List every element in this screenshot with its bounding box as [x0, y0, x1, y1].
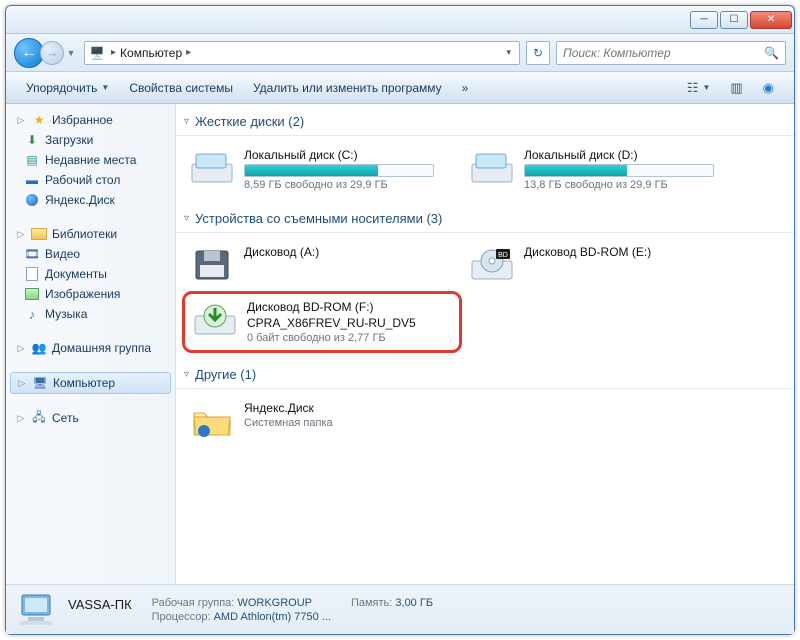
- search-input[interactable]: [563, 46, 764, 60]
- pictures-icon: [24, 286, 40, 302]
- address-dropdown-icon[interactable]: ▾: [502, 47, 515, 58]
- toolbar-overflow[interactable]: »: [452, 77, 479, 99]
- group-header-removable[interactable]: ▿Устройства со съемными носителями (3): [176, 205, 794, 233]
- video-icon: 🎞: [24, 246, 40, 262]
- view-icons-button[interactable]: ☷▼: [677, 76, 721, 100]
- sidebar-item-recent[interactable]: ▤Недавние места: [6, 150, 175, 170]
- preview-pane-button[interactable]: ▥: [720, 76, 752, 100]
- svg-text:BD: BD: [498, 252, 508, 259]
- breadcrumb-sep: ▸: [109, 47, 118, 58]
- hdd-icon: [468, 148, 516, 188]
- sidebar-item-yandexdisk[interactable]: Яндекс.Диск: [6, 190, 175, 210]
- system-properties-button[interactable]: Свойства системы: [119, 77, 243, 99]
- help-icon: ◉: [763, 80, 774, 96]
- status-name: VASSA-ПК: [68, 597, 132, 612]
- uninstall-program-button[interactable]: Удалить или изменить программу: [243, 77, 452, 99]
- downloads-icon: ⬇: [24, 132, 40, 148]
- computer-large-icon: [16, 590, 58, 630]
- group-header-hdd[interactable]: ▿Жесткие диски (2): [176, 108, 794, 136]
- homegroup-icon: 👥: [31, 340, 47, 356]
- sidebar-item-desktop[interactable]: ▬Рабочий стол: [6, 170, 175, 190]
- music-icon: ♪: [24, 306, 40, 322]
- capacity-bar: [524, 164, 714, 177]
- details-pane: VASSA-ПК Рабочая группа: WORKGROUP Проце…: [6, 584, 794, 634]
- nav-history-dropdown[interactable]: ▼: [64, 38, 78, 68]
- drive-d[interactable]: Локальный диск (D:) 13,8 ГБ свободно из …: [462, 142, 742, 197]
- sidebar-item-documents[interactable]: Документы: [6, 264, 175, 284]
- navigation-tree: ▷★Избранное ⬇Загрузки ▤Недавние места ▬Р…: [6, 104, 176, 584]
- status-workgroup: Рабочая группа: WORKGROUP: [152, 597, 331, 609]
- drive-f[interactable]: Дисковод BD-ROM (F:) CPRA_X86FREV_RU-RU_…: [182, 291, 462, 353]
- desktop-icon: ▬: [24, 172, 40, 188]
- breadcrumb-sep: ▸: [184, 47, 193, 58]
- folder-icon: [188, 401, 236, 441]
- sidebar-item-pictures[interactable]: Изображения: [6, 284, 175, 304]
- floppy-icon: [188, 245, 236, 285]
- address-bar[interactable]: 🖥️ ▸ Компьютер ▸ ▾: [84, 41, 520, 65]
- computer-icon: 🖥️: [89, 45, 105, 61]
- computer-root[interactable]: ▷🖥Компьютер: [10, 372, 171, 394]
- preview-pane-icon: ▥: [730, 80, 742, 96]
- close-button[interactable]: ✕: [750, 11, 792, 29]
- main-pane: ▷★Избранное ⬇Загрузки ▤Недавние места ▬Р…: [6, 104, 794, 584]
- sidebar-item-downloads[interactable]: ⬇Загрузки: [6, 130, 175, 150]
- status-memory: Память: 3,00 ГБ: [351, 597, 433, 609]
- explorer-window: ─ ☐ ✕ ← → ▼ 🖥️ ▸ Компьютер ▸ ▾ ↻ 🔍 Упоря…: [5, 5, 795, 635]
- bdrom-icon: BD: [468, 245, 516, 285]
- toolbar: Упорядочить▼ Свойства системы Удалить ил…: [6, 72, 794, 104]
- bdrom-install-icon: [191, 300, 239, 340]
- collapse-icon: ▿: [184, 369, 189, 380]
- breadcrumb-root[interactable]: Компьютер: [118, 46, 184, 60]
- star-icon: ★: [31, 112, 47, 128]
- status-cpu: Процессор: AMD Athlon(tm) 7750 ...: [152, 611, 331, 623]
- minimize-button[interactable]: ─: [690, 11, 718, 29]
- group-header-other[interactable]: ▿Другие (1): [176, 361, 794, 389]
- item-yandexdisk[interactable]: Яндекс.Диск Системная папка: [182, 395, 462, 447]
- search-icon: 🔍: [764, 46, 779, 60]
- capacity-bar: [244, 164, 434, 177]
- drive-a[interactable]: Дисковод (A:): [182, 239, 462, 291]
- network-root[interactable]: ▷🖧Сеть: [6, 408, 175, 428]
- drive-c[interactable]: Локальный диск (C:) 8,59 ГБ свободно из …: [182, 142, 462, 197]
- chevron-down-icon: ▼: [101, 83, 109, 92]
- search-box[interactable]: 🔍: [556, 41, 786, 65]
- collapse-icon: ▿: [184, 213, 189, 224]
- homegroup-root[interactable]: ▷👥Домашняя группа: [6, 338, 175, 358]
- favorites-root[interactable]: ▷★Избранное: [6, 110, 175, 130]
- computer-icon: 🖥: [32, 375, 48, 391]
- titlebar: ─ ☐ ✕: [6, 6, 794, 34]
- organize-button[interactable]: Упорядочить▼: [16, 77, 119, 99]
- refresh-button[interactable]: ↻: [526, 41, 550, 65]
- recent-icon: ▤: [24, 152, 40, 168]
- yandex-disk-icon: [24, 192, 40, 208]
- navbar: ← → ▼ 🖥️ ▸ Компьютер ▸ ▾ ↻ 🔍: [6, 34, 794, 72]
- sidebar-item-videos[interactable]: 🎞Видео: [6, 244, 175, 264]
- content-pane: ▿Жесткие диски (2) Локальный диск (C:) 8…: [176, 104, 794, 584]
- network-icon: 🖧: [31, 410, 47, 426]
- libraries-icon: [31, 226, 47, 242]
- drive-e[interactable]: BD Дисковод BD-ROM (E:): [462, 239, 742, 291]
- document-icon: [24, 266, 40, 282]
- forward-button[interactable]: →: [40, 41, 64, 65]
- collapse-icon: ▿: [184, 116, 189, 127]
- maximize-button[interactable]: ☐: [720, 11, 748, 29]
- nav-buttons: ← → ▼: [14, 38, 78, 68]
- hdd-icon: [188, 148, 236, 188]
- view-icons-icon: ☷: [687, 80, 699, 96]
- libraries-root[interactable]: ▷Библиотеки: [6, 224, 175, 244]
- help-button[interactable]: ◉: [753, 76, 784, 100]
- sidebar-item-music[interactable]: ♪Музыка: [6, 304, 175, 324]
